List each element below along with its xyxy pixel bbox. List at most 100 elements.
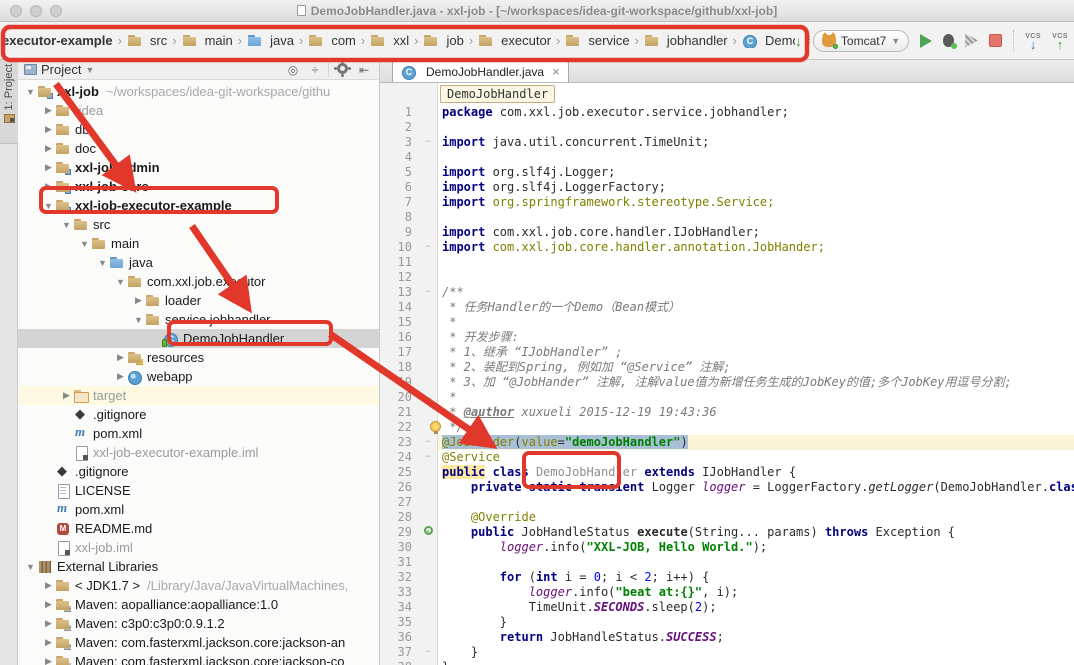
tree-item-gitignore[interactable]: .gitignore: [18, 405, 379, 424]
settings-gear-button[interactable]: [333, 63, 351, 77]
coverage-button[interactable]: [965, 34, 978, 48]
minimize-window-button[interactable]: [30, 5, 42, 17]
panel-header-separator: [328, 63, 329, 77]
vcs-commit-button[interactable]: VCS ↑: [1052, 33, 1068, 49]
breadcrumb-item-java[interactable]: java: [247, 33, 294, 48]
tree-item-demojobhandler[interactable]: DemoJobHandler: [18, 329, 379, 348]
tree-toggle-icon[interactable]: ▶: [42, 637, 55, 648]
tree-item-xxl-job-executor-example-iml[interactable]: xxl-job-executor-example.iml: [18, 443, 379, 462]
gutter-cell: −: [418, 645, 438, 660]
tree-toggle-icon[interactable]: ▶: [42, 124, 55, 135]
tree-toggle-icon[interactable]: ▶: [42, 656, 55, 665]
tree-item-maven-aopalliance-aopalliance-1-0[interactable]: ▶Maven: aopalliance:aopalliance:1.0: [18, 595, 379, 614]
tree-item-java[interactable]: ▼ java: [18, 253, 379, 272]
breadcrumb-item-com[interactable]: com: [308, 33, 356, 48]
tree-toggle-icon[interactable]: ▼: [132, 315, 145, 325]
intention-bulb-icon[interactable]: [430, 421, 441, 432]
debug-button[interactable]: [943, 34, 954, 47]
breadcrumb-item-service[interactable]: service: [565, 33, 629, 48]
tree-item-maven-com-fasterxml-jackson-core-jackson-an[interactable]: ▶Maven: com.fasterxml.jackson.core:jacks…: [18, 633, 379, 652]
tree-item-label: db: [75, 122, 89, 137]
tree-item-gitignore[interactable]: .gitignore: [18, 462, 379, 481]
overrides-method-icon[interactable]: ↑: [424, 526, 433, 535]
breadcrumb-item-main[interactable]: main: [182, 33, 233, 48]
locate-file-button[interactable]: ◎: [284, 63, 302, 77]
tree-toggle-icon[interactable]: ▶: [42, 143, 55, 154]
tree-item-pom-xml[interactable]: pom.xml: [18, 500, 379, 519]
close-window-button[interactable]: [10, 5, 22, 17]
tree-item-pom-xml[interactable]: pom.xml: [18, 424, 379, 443]
tree-item-label: java: [129, 255, 153, 270]
tree-item-maven-com-fasterxml-jackson-core-jackson-co[interactable]: ▶Maven: com.fasterxml.jackson.core:jacks…: [18, 652, 379, 665]
tree-item-xxl-job-iml[interactable]: xxl-job.iml: [18, 538, 379, 557]
tree-toggle-icon[interactable]: ▶: [42, 105, 55, 116]
breadcrumb-item-src[interactable]: src: [127, 33, 167, 48]
breadcrumb-item-xxl[interactable]: xxl: [370, 33, 409, 48]
line-number: 34: [380, 600, 418, 615]
tree-item-webapp[interactable]: ▶webapp: [18, 367, 379, 386]
tree-item-xxl-job-admin[interactable]: ▶xxl-job-admin: [18, 158, 379, 177]
incoming-changes-button[interactable]: ↓: [795, 35, 802, 47]
tree-item-com-xxl-job-executor[interactable]: ▼com.xxl.job.executor: [18, 272, 379, 291]
tree-item-license[interactable]: LICENSE: [18, 481, 379, 500]
tree-toggle-icon[interactable]: ▶: [132, 295, 145, 306]
tree-toggle-icon[interactable]: ▶: [114, 371, 127, 382]
tree-item-idea[interactable]: ▶.idea: [18, 101, 379, 120]
tree-toggle-icon[interactable]: ▼: [78, 239, 91, 249]
tree-toggle-icon[interactable]: ▶: [42, 599, 55, 610]
tree-toggle-icon[interactable]: ▼: [24, 562, 37, 572]
tree-item-loader[interactable]: ▶loader: [18, 291, 379, 310]
collapse-all-button[interactable]: ÷: [306, 63, 324, 77]
breadcrumb-item-demojobhandler[interactable]: DemoJobHandler: [742, 33, 795, 48]
zoom-window-button[interactable]: [50, 5, 62, 17]
tree-toggle-icon[interactable]: ▼: [42, 201, 55, 211]
tree-item-label: src: [93, 217, 110, 232]
chevron-down-icon[interactable]: ▼: [85, 65, 94, 75]
breadcrumb-item-executor-example[interactable]: executor-example: [2, 33, 113, 48]
tree-item-resources[interactable]: ▶resources: [18, 348, 379, 367]
editor-tab-demojobhandler[interactable]: DemoJobHandler.java ×: [392, 60, 569, 82]
tree-item-maven-c3p0-c3p0-0-9-1-2[interactable]: ▶Maven: c3p0:c3p0:0.9.1.2: [18, 614, 379, 633]
breadcrumb-item-jobhandler[interactable]: jobhandler: [644, 33, 728, 48]
code-text: * 3、加 “@JobHander” 注解, 注解value值为新增任务生成的J…: [438, 375, 1074, 390]
line-number: 15: [380, 315, 418, 330]
folder-icon: [91, 237, 107, 251]
close-tab-icon[interactable]: ×: [552, 64, 560, 79]
tree-toggle-icon[interactable]: ▶: [42, 181, 55, 192]
tree-item-readme-md[interactable]: README.md: [18, 519, 379, 538]
tree-item-service-jobhandler[interactable]: ▼service.jobhandler: [18, 310, 379, 329]
tree-toggle-icon[interactable]: ▼: [60, 220, 73, 230]
vcs-update-button[interactable]: VCS ↓: [1025, 33, 1041, 49]
tree-toggle-icon[interactable]: ▶: [60, 390, 73, 401]
code-text: for (int i = 0; i < 2; i++) {: [438, 570, 1074, 585]
tree-toggle-icon[interactable]: ▶: [42, 580, 55, 591]
breadcrumb-item-job[interactable]: job: [423, 33, 463, 48]
tree-item-xxl-job-core[interactable]: ▶xxl-job-core: [18, 177, 379, 196]
tree-toggle-icon[interactable]: ▼: [24, 87, 37, 97]
tree-toggle-icon[interactable]: ▶: [42, 618, 55, 629]
tree-item-target[interactable]: ▶target: [18, 386, 379, 405]
breadcrumb-separator-icon: ›: [299, 33, 303, 48]
breadcrumb-item-executor[interactable]: executor: [478, 33, 551, 48]
tree-toggle-icon[interactable]: ▶: [42, 162, 55, 173]
tree-toggle-icon[interactable]: ▶: [114, 352, 127, 363]
run-configuration-select[interactable]: Tomcat7 ▼: [813, 30, 909, 52]
tree-item-xxl-job-executor-example[interactable]: ▼xxl-job-executor-example: [18, 196, 379, 215]
breadcrumb: executor-example›src›main›java›com›xxl›j…: [0, 33, 795, 48]
tree-item-xxl-job[interactable]: ▼xxl-job~/workspaces/idea-git-workspace/…: [18, 82, 379, 101]
tree-item-doc[interactable]: ▶doc: [18, 139, 379, 158]
code-editor[interactable]: DemoJobHandler 1package com.xxl.job.exec…: [380, 83, 1074, 665]
tree-toggle-icon[interactable]: ▼: [96, 258, 109, 268]
hide-panel-button[interactable]: ⇤: [355, 63, 373, 77]
code-text: logger.info("beat at:{}", i);: [438, 585, 1074, 600]
tree-item-db[interactable]: ▶ db: [18, 120, 379, 139]
tree-item-main[interactable]: ▼main: [18, 234, 379, 253]
tree-item-external-libraries[interactable]: ▼External Libraries: [18, 557, 379, 576]
tool-window-tab-project[interactable]: 1: Project: [0, 60, 18, 144]
tree-item-src[interactable]: ▼ src: [18, 215, 379, 234]
tree-toggle-icon[interactable]: ▼: [114, 277, 127, 287]
run-button[interactable]: [920, 34, 932, 48]
line-number: 12: [380, 270, 418, 285]
tree-item-jdk1-7[interactable]: ▶< JDK1.7 >/Library/Java/JavaVirtualMach…: [18, 576, 379, 595]
stop-button[interactable]: [989, 34, 1002, 47]
